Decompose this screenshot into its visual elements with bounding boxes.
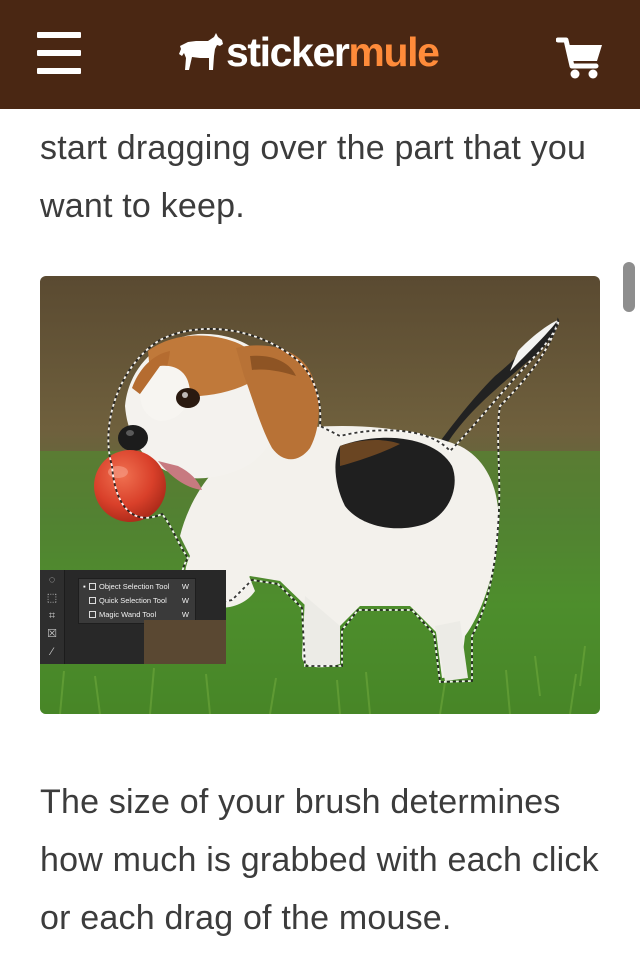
article-paragraph: start dragging over the part that you wa… [40, 129, 587, 225]
tool-panel: ◌ ⬚ ⌗ ☒ ⁄ ▪ Object Selection Tool W Quic… [40, 570, 226, 664]
article-paragraph: The size of your brush determines how mu… [40, 783, 599, 937]
article-image: ◌ ⬚ ⌗ ☒ ⁄ ▪ Object Selection Tool W Quic… [40, 276, 600, 714]
frame-icon: ☒ [47, 628, 57, 640]
tool-menu-item[interactable]: Quick Selection Tool W [79, 594, 195, 608]
crop-icon: ⌗ [48, 610, 56, 622]
menu-bar [37, 68, 81, 74]
tool-flyout-menu: ▪ Object Selection Tool W Quick Selectio… [78, 578, 196, 624]
tool-menu-label: Object Selection Tool [99, 582, 170, 591]
tool-menu-item[interactable]: ▪ Object Selection Tool W [79, 580, 195, 594]
logo-wordmark: stickermule [226, 27, 440, 77]
object-selection-icon [89, 583, 96, 590]
selection-tool-icon: ⬚ [46, 592, 58, 604]
site-logo[interactable]: stickermule [178, 27, 440, 77]
color-swatch [144, 620, 226, 664]
tool-menu-shortcut: W [181, 596, 189, 605]
mule-logo-icon [179, 33, 223, 70]
tool-menu-label: Quick Selection Tool [99, 596, 167, 605]
menu-bar [37, 32, 81, 38]
hamburger-menu-icon[interactable] [37, 32, 81, 74]
active-marker-icon: ▪ [83, 582, 86, 591]
logo-word-sticker: sticker [226, 29, 350, 75]
menu-bar [37, 50, 81, 56]
site-header: stickermule [0, 0, 640, 109]
scrollbar-thumb[interactable] [623, 262, 635, 312]
shopping-cart-icon[interactable] [555, 36, 604, 80]
tool-menu-shortcut: W [181, 582, 189, 591]
quick-selection-icon [89, 597, 96, 604]
eyedropper-icon: ⁄ [51, 646, 53, 658]
tool-sidebar: ◌ ⬚ ⌗ ☒ ⁄ [40, 570, 65, 664]
lasso-icon: ◌ [48, 574, 56, 586]
magic-wand-icon [89, 611, 96, 618]
logo-word-mule: mule [348, 29, 439, 75]
